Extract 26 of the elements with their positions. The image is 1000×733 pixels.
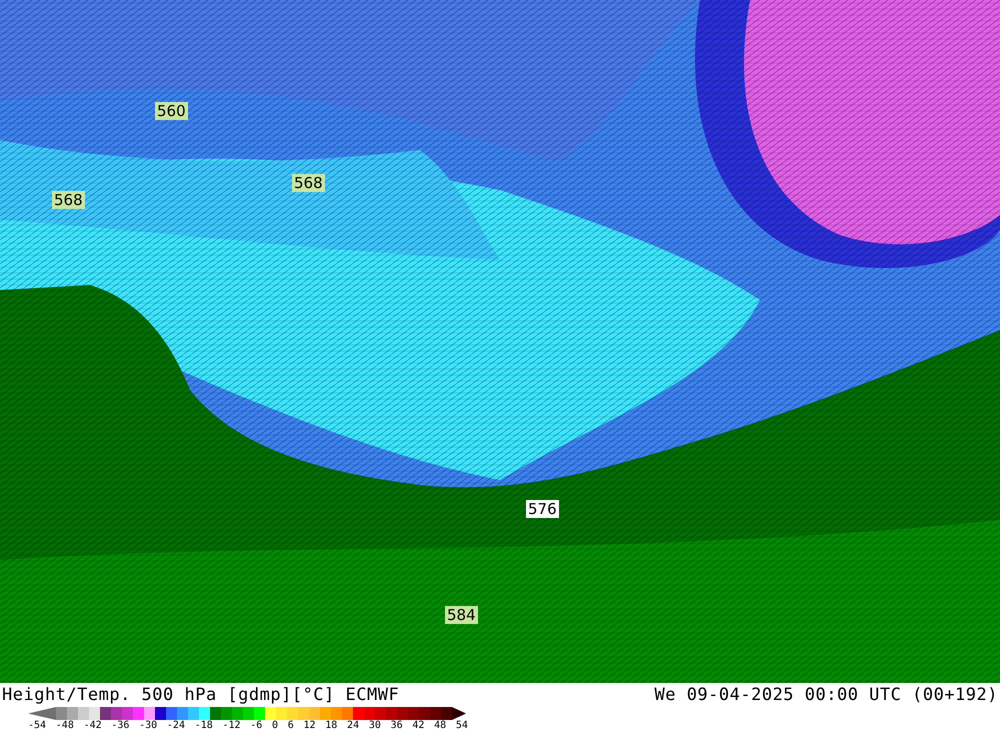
legend-tick-label: 24 xyxy=(347,720,360,732)
legend-tick-label: 42 xyxy=(412,720,424,732)
legend-tick-label: -54 xyxy=(28,720,46,732)
contour-label: 568 xyxy=(52,191,85,209)
contour-label: 560 xyxy=(155,102,188,120)
legend-tick-label: -24 xyxy=(166,720,185,732)
legend-tick-label: 18 xyxy=(325,720,338,732)
legend-tick-label: -42 xyxy=(84,720,102,732)
legend-tick-label: 12 xyxy=(304,720,316,732)
legend-tick-label: 30 xyxy=(368,720,381,732)
legend-tick-label: -36 xyxy=(111,720,130,732)
legend-tick-label: 54 xyxy=(456,720,468,732)
contour-label: 584 xyxy=(445,606,478,624)
legend-tick-label: -48 xyxy=(56,720,74,732)
legend-tick-label: -12 xyxy=(222,720,241,732)
contour-label: 576 xyxy=(526,500,559,518)
map-title: Height/Temp. 500 hPa [gdmp][°C] ECMWF xyxy=(2,685,400,705)
contour-label: 568 xyxy=(292,174,325,192)
legend-tick-label: -30 xyxy=(139,720,158,732)
legend-tick-label: 48 xyxy=(434,720,446,732)
legend-tick-label: 0 xyxy=(272,720,278,732)
legend-tick-label: -6 xyxy=(250,720,262,732)
legend-tick-label: -18 xyxy=(194,720,213,732)
forecast-datetime: We 09-04-2025 00:00 UTC (00+192) xyxy=(654,685,998,705)
legend-tick-label: 36 xyxy=(390,720,403,732)
legend-tick-label: 6 xyxy=(288,720,294,732)
